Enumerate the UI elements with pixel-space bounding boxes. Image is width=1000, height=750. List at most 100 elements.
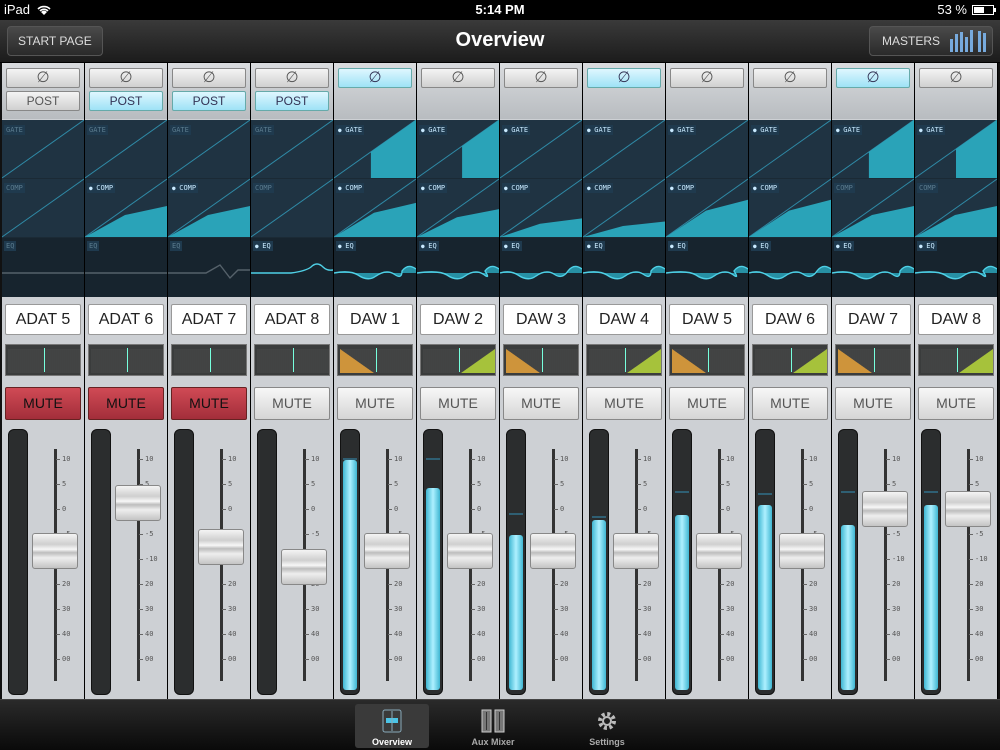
tab-aux-mixer[interactable]: Aux Mixer <box>456 704 530 748</box>
pan-control[interactable] <box>503 344 579 376</box>
phase-invert-button[interactable]: ∅ <box>504 68 578 88</box>
pan-control[interactable] <box>835 344 911 376</box>
phase-invert-button[interactable]: ∅ <box>6 68 80 88</box>
fader-scale-tick: 30 <box>719 605 735 613</box>
phase-invert-button[interactable]: ∅ <box>753 68 827 88</box>
pan-control[interactable] <box>171 344 247 376</box>
pan-control[interactable] <box>254 344 330 376</box>
fader-handle[interactable] <box>862 491 908 527</box>
fader-scale-tick: 20 <box>221 580 237 588</box>
pan-control[interactable] <box>752 344 828 376</box>
phase-invert-button[interactable]: ∅ <box>919 68 993 88</box>
channel-name: DAW 3 <box>503 304 579 335</box>
meter-peak-hold <box>841 490 855 493</box>
mute-button[interactable]: MUTE <box>752 387 828 420</box>
pan-control[interactable] <box>337 344 413 376</box>
mute-button[interactable]: MUTE <box>5 387 81 420</box>
post-button[interactable]: POST <box>6 91 80 111</box>
mute-button[interactable]: MUTE <box>171 387 247 420</box>
mute-button[interactable]: MUTE <box>669 387 745 420</box>
fader-handle[interactable] <box>530 533 576 569</box>
fader-scale-tick: 20 <box>719 580 735 588</box>
channel-strip: ∅POSTGATECOMPEQADAT 7MUTE1050-5-10203040… <box>168 63 250 699</box>
phase-invert-button[interactable]: ∅ <box>172 68 246 88</box>
mute-button[interactable]: MUTE <box>835 387 911 420</box>
phase-invert-button[interactable]: ∅ <box>255 68 329 88</box>
phase-post-area: ∅ POST <box>85 63 167 119</box>
pan-control[interactable] <box>669 344 745 376</box>
dynamics-eq-display[interactable]: GATE COMP EQ <box>251 120 333 297</box>
mute-button[interactable]: MUTE <box>420 387 496 420</box>
post-button[interactable]: POST <box>172 91 246 111</box>
pan-control[interactable] <box>918 344 994 376</box>
phase-invert-button[interactable]: ∅ <box>338 68 412 88</box>
dynamics-eq-display[interactable]: GATE COMP EQ <box>915 120 997 297</box>
gate-label: GATE <box>917 125 946 135</box>
dynamics-eq-display[interactable]: GATE COMP EQ <box>666 120 748 297</box>
meter-fill <box>343 460 357 690</box>
page-title: Overview <box>455 29 545 51</box>
masters-button[interactable]: MASTERS <box>869 26 993 56</box>
dynamics-eq-display[interactable]: GATE COMP EQ <box>168 120 250 297</box>
mute-button[interactable]: MUTE <box>88 387 164 420</box>
level-meter <box>174 429 194 695</box>
gate-label: GATE <box>585 125 614 135</box>
phase-invert-button[interactable]: ∅ <box>670 68 744 88</box>
phase-invert-button[interactable]: ∅ <box>89 68 163 88</box>
mute-button[interactable]: MUTE <box>586 387 662 420</box>
fader-scale: 1050-5-1020304000 <box>968 455 995 665</box>
dynamics-eq-display[interactable]: GATE COMP EQ <box>334 120 416 297</box>
fader-scale-tick: 40 <box>885 630 901 638</box>
pan-control[interactable] <box>5 344 81 376</box>
dynamics-eq-display[interactable]: GATE COMP EQ <box>832 120 914 297</box>
dynamics-graph <box>334 120 416 297</box>
fader-handle[interactable] <box>32 533 78 569</box>
fader-scale-tick: 10 <box>221 455 237 463</box>
fader-scale-tick: 40 <box>968 630 984 638</box>
phase-invert-button[interactable]: ∅ <box>421 68 495 88</box>
fader-handle[interactable] <box>364 533 410 569</box>
fader-scale-tick: 5 <box>55 480 67 488</box>
dynamics-eq-display[interactable]: GATE COMP EQ <box>583 120 665 297</box>
fader-scale: 1050-5-1020304000 <box>885 455 912 665</box>
dynamics-eq-display[interactable]: GATE COMP EQ <box>417 120 499 297</box>
fader-handle[interactable] <box>945 491 991 527</box>
fader-scale-tick: 0 <box>553 505 565 513</box>
comp-label: COMP <box>253 183 274 193</box>
fader-handle[interactable] <box>115 485 161 521</box>
meter-fill <box>426 487 440 690</box>
meter-fill <box>924 505 938 690</box>
fader-handle[interactable] <box>447 533 493 569</box>
channel-strip: ∅GATECOMPEQDAW 1MUTE1050-5-1020304000 <box>334 63 416 699</box>
phase-invert-button[interactable]: ∅ <box>587 68 661 88</box>
fader-handle[interactable] <box>613 533 659 569</box>
dynamics-eq-display[interactable]: GATE COMP EQ <box>500 120 582 297</box>
channel-strip: ∅GATECOMPEQDAW 7MUTE1050-5-1020304000 <box>832 63 914 699</box>
mute-button[interactable]: MUTE <box>254 387 330 420</box>
pan-control[interactable] <box>88 344 164 376</box>
dynamics-eq-display[interactable]: GATE COMP EQ <box>749 120 831 297</box>
tab-overview[interactable]: Overview <box>355 704 429 748</box>
fader-handle[interactable] <box>696 533 742 569</box>
fader-handle[interactable] <box>281 549 327 585</box>
phase-invert-button[interactable]: ∅ <box>836 68 910 88</box>
post-button[interactable]: POST <box>89 91 163 111</box>
channel-name: DAW 6 <box>752 304 828 335</box>
channel-name: ADAT 7 <box>171 304 247 335</box>
tab-settings[interactable]: Settings <box>570 704 644 748</box>
post-button[interactable]: POST <box>255 91 329 111</box>
tab-label: Aux Mixer <box>471 737 515 747</box>
pan-control[interactable] <box>586 344 662 376</box>
pan-control[interactable] <box>420 344 496 376</box>
mute-button[interactable]: MUTE <box>503 387 579 420</box>
level-meter <box>589 429 609 695</box>
tab-bar: Overview Aux Mixer Settings <box>0 699 1000 750</box>
fader-handle[interactable] <box>198 529 244 565</box>
mute-button[interactable]: MUTE <box>337 387 413 420</box>
comp-label: COMP <box>751 183 780 193</box>
mute-button[interactable]: MUTE <box>918 387 994 420</box>
fader-handle[interactable] <box>779 533 825 569</box>
dynamics-eq-display[interactable]: GATE COMP EQ <box>2 120 84 297</box>
tab-label: Settings <box>589 737 625 747</box>
dynamics-eq-display[interactable]: GATE COMP EQ <box>85 120 167 297</box>
